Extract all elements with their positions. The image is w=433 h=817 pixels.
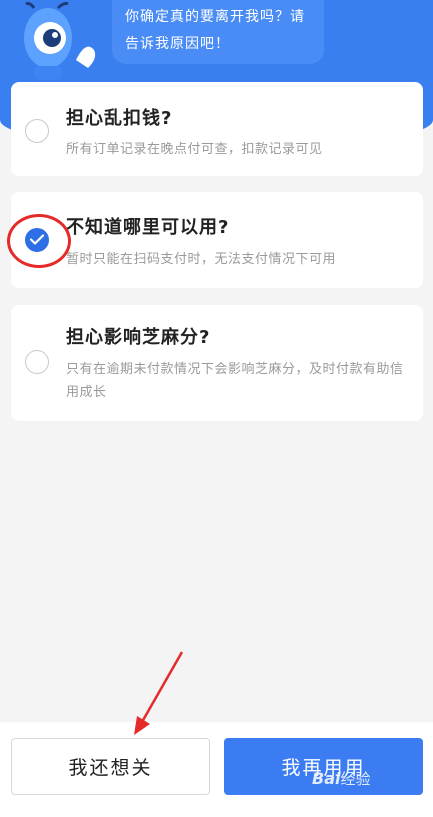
watermark-logo: Bai经验 [312,769,371,788]
annotation-arrow-icon [134,651,184,735]
